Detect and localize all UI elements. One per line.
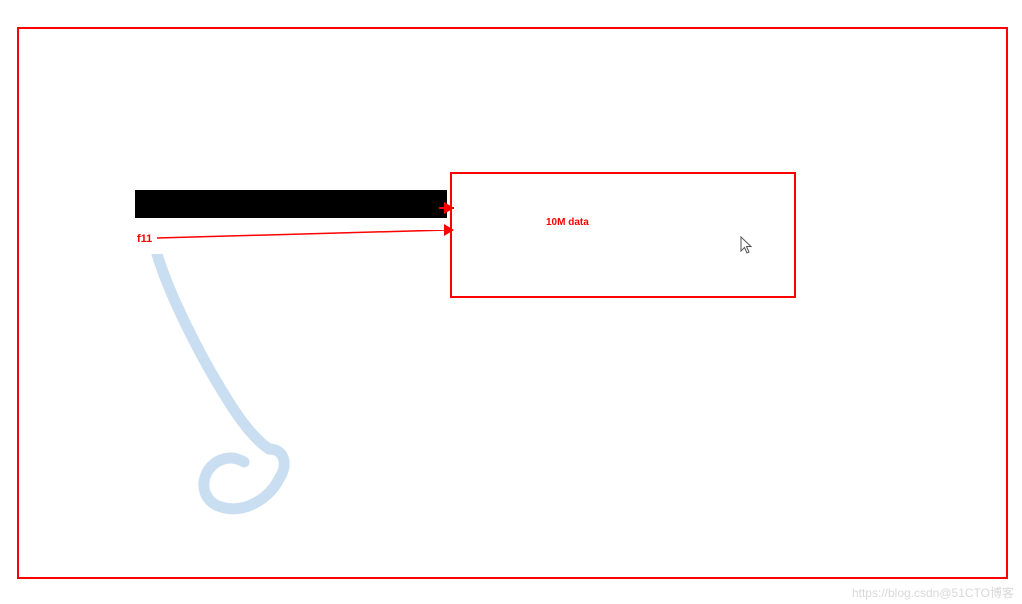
cursor-icon <box>740 236 754 256</box>
f11-label: f11 <box>137 233 152 245</box>
freehand-scribble <box>149 254 349 534</box>
black-redaction-bar <box>135 190 447 218</box>
outer-diagram-container: 10M data f11 <box>17 27 1008 579</box>
arrow-connector-2 <box>157 230 452 240</box>
data-box-label: 10M data <box>546 217 589 228</box>
data-box <box>450 172 796 298</box>
watermark-text: https://blog.csdn@51CTO博客 <box>852 584 1014 601</box>
